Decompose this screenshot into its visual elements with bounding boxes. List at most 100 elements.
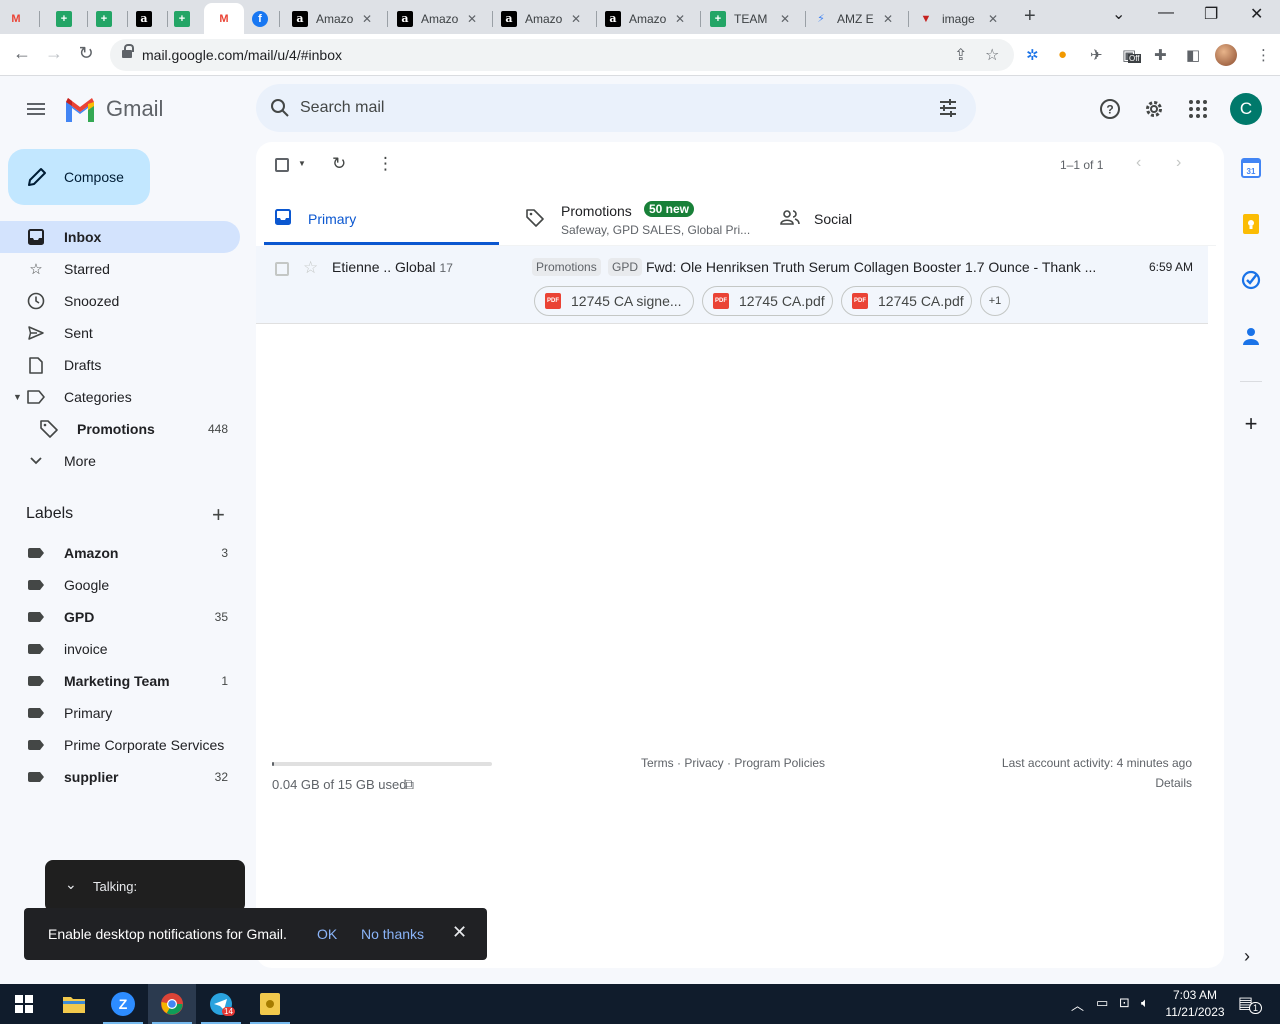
star-icon[interactable]: ☆ bbox=[303, 258, 318, 278]
extension-icon[interactable]: ▣Off bbox=[1122, 46, 1141, 64]
puzzle-icon[interactable]: ✚ bbox=[1154, 46, 1167, 64]
nav-item-more[interactable]: More bbox=[0, 445, 240, 477]
browser-tab-active[interactable]: M bbox=[204, 3, 244, 34]
close-icon[interactable]: ✕ bbox=[452, 922, 467, 943]
close-icon[interactable]: ✕ bbox=[675, 12, 685, 26]
label-item-prime-corporate-services[interactable]: Prime Corporate Services bbox=[0, 729, 240, 761]
close-icon[interactable]: ✕ bbox=[467, 12, 477, 26]
more-icon[interactable]: ⋮ bbox=[1256, 46, 1271, 64]
browser-tab[interactable]: + TEAM ✕ bbox=[710, 3, 806, 34]
browser-tab[interactable]: M bbox=[8, 3, 40, 34]
browser-tab[interactable]: a Amazo ✕ bbox=[292, 3, 388, 34]
get-addons-plus-icon[interactable]: + bbox=[1241, 411, 1261, 436]
browser-tab[interactable]: + bbox=[174, 3, 206, 34]
gmail-logo-icon[interactable] bbox=[64, 96, 96, 122]
forward-icon[interactable]: → bbox=[42, 43, 66, 64]
close-icon[interactable]: ✕ bbox=[780, 12, 790, 26]
label-item-supplier[interactable]: supplier 32 bbox=[0, 761, 240, 793]
nav-item-inbox[interactable]: Inbox bbox=[0, 221, 240, 253]
tray-device-icon[interactable]: ▭ bbox=[1096, 995, 1108, 1011]
apps-grid-icon[interactable] bbox=[1186, 97, 1210, 121]
close-icon[interactable]: ✕ bbox=[571, 12, 581, 26]
more-attachments-chip[interactable]: +1 bbox=[980, 286, 1010, 316]
attachment-chip[interactable]: PDF 12745 CA signe... bbox=[534, 286, 694, 316]
expand-side-panel-icon[interactable]: › bbox=[1244, 946, 1250, 967]
open-in-new-icon[interactable]: ⧉ bbox=[404, 776, 414, 793]
nav-item-categories[interactable]: ▼ Categories bbox=[0, 381, 240, 413]
tab-search-icon[interactable]: ⌄ bbox=[1112, 4, 1125, 24]
main-menu-icon[interactable] bbox=[24, 97, 48, 121]
volume-icon[interactable]: 🔈︎ bbox=[1141, 995, 1149, 1011]
search-options-icon[interactable] bbox=[938, 98, 958, 118]
extension-icon[interactable]: ● bbox=[1058, 46, 1067, 63]
mail-row[interactable]: ☆ Etienne .. Global 17 Promotions GPD Fwd… bbox=[256, 246, 1208, 324]
account-avatar[interactable]: C bbox=[1230, 93, 1262, 125]
file-explorer-icon[interactable] bbox=[50, 984, 98, 1024]
tasks-icon[interactable] bbox=[1241, 270, 1261, 290]
profile-avatar[interactable] bbox=[1215, 44, 1237, 66]
settings-gear-icon[interactable] bbox=[1142, 97, 1166, 121]
browser-tab[interactable]: ⚡ AMZ E ✕ bbox=[813, 3, 909, 34]
browser-tab[interactable]: a Amazo ✕ bbox=[605, 3, 701, 34]
chrome-icon[interactable] bbox=[148, 984, 196, 1024]
search-input[interactable] bbox=[300, 96, 900, 120]
calendar-icon[interactable]: 31 bbox=[1241, 158, 1261, 178]
caret-down-icon[interactable]: ▼ bbox=[13, 392, 22, 402]
no-thanks-button[interactable]: No thanks bbox=[361, 926, 424, 942]
browser-tab[interactable]: f bbox=[252, 3, 280, 34]
label-item-gpd[interactable]: GPD 35 bbox=[0, 601, 240, 633]
gmail-brand[interactable]: Gmail bbox=[106, 96, 163, 122]
mail-label-chip[interactable]: Promotions bbox=[532, 258, 601, 276]
label-item-invoice[interactable]: invoice bbox=[0, 633, 240, 665]
mail-label-chip[interactable]: GPD bbox=[608, 258, 643, 276]
tray-chevron-up-icon[interactable]: ︿ bbox=[1071, 995, 1084, 1014]
reload-icon[interactable]: ↻ bbox=[74, 43, 98, 64]
tab-social[interactable]: Social bbox=[778, 194, 978, 245]
mail-checkbox[interactable] bbox=[275, 262, 289, 276]
share-icon[interactable]: ⇪ bbox=[954, 45, 967, 65]
window-close-icon[interactable]: ✕ bbox=[1250, 4, 1263, 24]
select-all-checkbox[interactable] bbox=[275, 158, 289, 172]
nav-item-sent[interactable]: Sent bbox=[0, 317, 240, 349]
select-dropdown-icon[interactable]: ▼ bbox=[298, 159, 306, 168]
older-page-icon[interactable]: › bbox=[1176, 154, 1181, 172]
windows-start-icon[interactable] bbox=[0, 984, 48, 1024]
nav-item-snoozed[interactable]: Snoozed bbox=[0, 285, 240, 317]
close-icon[interactable]: ✕ bbox=[883, 12, 893, 26]
minimize-icon[interactable]: — bbox=[1158, 4, 1174, 22]
nav-item-starred[interactable]: ☆ Starred bbox=[0, 253, 240, 285]
tab-promotions[interactable]: Promotions 50 new Safeway, GPD SALES, Gl… bbox=[526, 194, 776, 245]
zoom-icon[interactable]: Z bbox=[99, 984, 147, 1024]
label-item-marketing-team[interactable]: Marketing Team 1 bbox=[0, 665, 240, 697]
footer-links[interactable]: Terms · Privacy · Program Policies bbox=[641, 756, 825, 770]
add-label-icon[interactable]: + bbox=[212, 502, 225, 528]
keep-icon[interactable] bbox=[1241, 214, 1261, 234]
compose-button[interactable]: Compose bbox=[8, 149, 150, 205]
browser-tab[interactable]: + bbox=[56, 3, 88, 34]
refresh-icon[interactable]: ↻ bbox=[332, 154, 346, 174]
label-item-google[interactable]: Google bbox=[0, 569, 240, 601]
sticky-notes-icon[interactable] bbox=[246, 984, 294, 1024]
chevron-down-icon[interactable]: ⌄ bbox=[65, 876, 77, 893]
search-icon[interactable] bbox=[270, 98, 290, 118]
browser-tab[interactable]: a Amazo ✕ bbox=[397, 3, 493, 34]
new-tab-button[interactable]: + bbox=[1024, 5, 1036, 28]
restore-icon[interactable]: ❐ bbox=[1204, 4, 1218, 24]
contacts-icon[interactable] bbox=[1241, 326, 1261, 346]
url-text[interactable]: mail.google.com/mail/u/4/#inbox bbox=[142, 47, 342, 63]
label-item-amazon[interactable]: Amazon 3 bbox=[0, 537, 240, 569]
more-options-icon[interactable]: ⋮ bbox=[377, 154, 394, 174]
browser-tab[interactable]: a Amazo ✕ bbox=[501, 3, 597, 34]
nav-item-promotions[interactable]: Promotions 448 bbox=[0, 413, 240, 445]
bookmark-star-icon[interactable]: ☆ bbox=[985, 45, 999, 65]
telegram-icon[interactable]: 14 bbox=[197, 984, 245, 1024]
side-panel-icon[interactable]: ◧ bbox=[1186, 46, 1200, 64]
browser-tab[interactable]: ▼ image ✕ bbox=[918, 3, 1010, 34]
back-icon[interactable]: ← bbox=[10, 43, 34, 64]
ok-button[interactable]: OK bbox=[317, 926, 337, 942]
label-item-primary[interactable]: Primary bbox=[0, 697, 240, 729]
newer-page-icon[interactable]: ‹ bbox=[1136, 154, 1141, 172]
browser-tab[interactable]: a bbox=[136, 3, 168, 34]
network-icon[interactable]: ⊡ bbox=[1119, 995, 1130, 1011]
details-link[interactable]: Details bbox=[1155, 776, 1192, 790]
